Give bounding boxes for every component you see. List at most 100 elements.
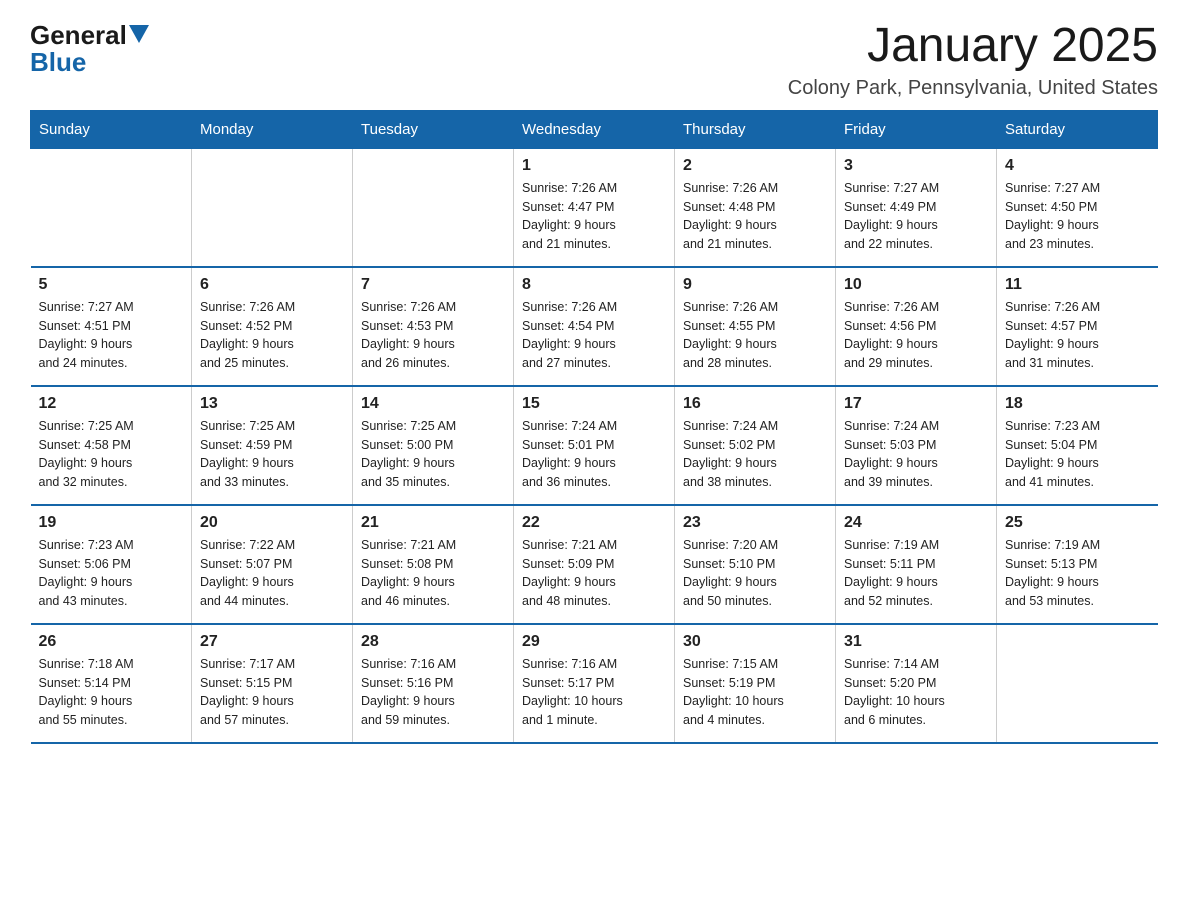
day-number: 3 bbox=[844, 157, 988, 175]
calendar-cell bbox=[997, 624, 1158, 743]
day-number: 2 bbox=[683, 157, 827, 175]
calendar-cell: 2 Sunrise: 7:26 AMSunset: 4:48 PMDaylight… bbox=[675, 148, 836, 267]
calendar-cell: 9Sunrise: 7:26 AMSunset: 4:55 PMDaylight… bbox=[675, 267, 836, 386]
day-number: 27 bbox=[200, 633, 344, 651]
calendar-cell: 28 Sunrise: 7:16 AMSunset: 5:16 PMDayligh… bbox=[353, 624, 514, 743]
day-number: 5 bbox=[39, 276, 184, 294]
day-info: Sunrise: 7:26 AMSunset: 4:53 PMDaylight:… bbox=[361, 298, 505, 373]
calendar-cell: 31 Sunrise: 7:14 AMSunset: 5:20 PMDayligh… bbox=[836, 624, 997, 743]
day-number: 12 bbox=[39, 395, 184, 413]
day-info: Sunrise: 7:14 AMSunset: 5:20 PMDaylight:… bbox=[844, 655, 988, 730]
day-number: 14 bbox=[361, 395, 505, 413]
day-number: 30 bbox=[683, 633, 827, 651]
calendar-cell: 24 Sunrise: 7:19 AMSunset: 5:11 PMDayligh… bbox=[836, 505, 997, 624]
calendar-cell: 3 Sunrise: 7:27 AMSunset: 4:49 PMDaylight… bbox=[836, 148, 997, 267]
calendar-cell: 30 Sunrise: 7:15 AMSunset: 5:19 PMDayligh… bbox=[675, 624, 836, 743]
week-row-2: 5 Sunrise: 7:27 AMSunset: 4:51 PMDaylight… bbox=[31, 267, 1158, 386]
calendar-cell: 4Sunrise: 7:27 AMSunset: 4:50 PMDaylight… bbox=[997, 148, 1158, 267]
logo: General Blue bbox=[30, 20, 149, 78]
day-info: Sunrise: 7:25 AMSunset: 5:00 PMDaylight:… bbox=[361, 417, 505, 492]
day-info: Sunrise: 7:19 AMSunset: 5:11 PMDaylight:… bbox=[844, 536, 988, 611]
day-number: 15 bbox=[522, 395, 666, 413]
calendar-cell: 8 Sunrise: 7:26 AMSunset: 4:54 PMDaylight… bbox=[514, 267, 675, 386]
calendar-cell: 10 Sunrise: 7:26 AMSunset: 4:56 PMDayligh… bbox=[836, 267, 997, 386]
day-number: 29 bbox=[522, 633, 666, 651]
day-number: 18 bbox=[1005, 395, 1150, 413]
location-subtitle: Colony Park, Pennsylvania, United States bbox=[788, 77, 1158, 100]
day-number: 10 bbox=[844, 276, 988, 294]
calendar-cell bbox=[31, 148, 192, 267]
day-info: Sunrise: 7:27 AMSunset: 4:49 PMDaylight:… bbox=[844, 179, 988, 254]
day-number: 7 bbox=[361, 276, 505, 294]
day-info: Sunrise: 7:15 AMSunset: 5:19 PMDaylight:… bbox=[683, 655, 827, 730]
day-info: Sunrise: 7:27 AMSunset: 4:51 PMDaylight:… bbox=[39, 298, 184, 373]
calendar-cell: 11Sunrise: 7:26 AMSunset: 4:57 PMDayligh… bbox=[997, 267, 1158, 386]
day-info: Sunrise: 7:25 AMSunset: 4:58 PMDaylight:… bbox=[39, 417, 184, 492]
calendar-cell: 14 Sunrise: 7:25 AMSunset: 5:00 PMDayligh… bbox=[353, 386, 514, 505]
day-info: Sunrise: 7:26 AMSunset: 4:56 PMDaylight:… bbox=[844, 298, 988, 373]
day-number: 24 bbox=[844, 514, 988, 532]
header-wednesday: Wednesday bbox=[514, 110, 675, 148]
day-info: Sunrise: 7:18 AMSunset: 5:14 PMDaylight:… bbox=[39, 655, 184, 730]
day-info: Sunrise: 7:17 AMSunset: 5:15 PMDaylight:… bbox=[200, 655, 344, 730]
calendar-cell: 20Sunrise: 7:22 AMSunset: 5:07 PMDayligh… bbox=[192, 505, 353, 624]
day-number: 6 bbox=[200, 276, 344, 294]
calendar-cell: 16 Sunrise: 7:24 AMSunset: 5:02 PMDayligh… bbox=[675, 386, 836, 505]
calendar-table: SundayMondayTuesdayWednesdayThursdayFrid… bbox=[30, 110, 1158, 744]
day-info: Sunrise: 7:24 AMSunset: 5:01 PMDaylight:… bbox=[522, 417, 666, 492]
day-number: 8 bbox=[522, 276, 666, 294]
calendar-cell: 23Sunrise: 7:20 AMSunset: 5:10 PMDayligh… bbox=[675, 505, 836, 624]
header-thursday: Thursday bbox=[675, 110, 836, 148]
day-number: 19 bbox=[39, 514, 184, 532]
day-number: 22 bbox=[522, 514, 666, 532]
day-info: Sunrise: 7:26 AMSunset: 4:48 PMDaylight:… bbox=[683, 179, 827, 254]
day-info: Sunrise: 7:26 AMSunset: 4:47 PMDaylight:… bbox=[522, 179, 666, 254]
day-info: Sunrise: 7:24 AMSunset: 5:02 PMDaylight:… bbox=[683, 417, 827, 492]
day-number: 26 bbox=[39, 633, 184, 651]
calendar-cell: 25Sunrise: 7:19 AMSunset: 5:13 PMDayligh… bbox=[997, 505, 1158, 624]
day-info: Sunrise: 7:16 AMSunset: 5:16 PMDaylight:… bbox=[361, 655, 505, 730]
day-number: 31 bbox=[844, 633, 988, 651]
day-number: 13 bbox=[200, 395, 344, 413]
day-number: 16 bbox=[683, 395, 827, 413]
header-monday: Monday bbox=[192, 110, 353, 148]
calendar-cell: 17Sunrise: 7:24 AMSunset: 5:03 PMDayligh… bbox=[836, 386, 997, 505]
day-info: Sunrise: 7:25 AMSunset: 4:59 PMDaylight:… bbox=[200, 417, 344, 492]
day-info: Sunrise: 7:21 AMSunset: 5:09 PMDaylight:… bbox=[522, 536, 666, 611]
day-info: Sunrise: 7:21 AMSunset: 5:08 PMDaylight:… bbox=[361, 536, 505, 611]
day-info: Sunrise: 7:23 AMSunset: 5:04 PMDaylight:… bbox=[1005, 417, 1150, 492]
day-number: 20 bbox=[200, 514, 344, 532]
calendar-header-row: SundayMondayTuesdayWednesdayThursdayFrid… bbox=[31, 110, 1158, 148]
calendar-cell: 7 Sunrise: 7:26 AMSunset: 4:53 PMDaylight… bbox=[353, 267, 514, 386]
day-info: Sunrise: 7:26 AMSunset: 4:54 PMDaylight:… bbox=[522, 298, 666, 373]
header-sunday: Sunday bbox=[31, 110, 192, 148]
month-title: January 2025 bbox=[788, 20, 1158, 73]
calendar-cell: 1 Sunrise: 7:26 AMSunset: 4:47 PMDaylight… bbox=[514, 148, 675, 267]
calendar-cell: 6 Sunrise: 7:26 AMSunset: 4:52 PMDaylight… bbox=[192, 267, 353, 386]
day-number: 11 bbox=[1005, 276, 1150, 294]
day-number: 9 bbox=[683, 276, 827, 294]
calendar-cell: 19 Sunrise: 7:23 AMSunset: 5:06 PMDayligh… bbox=[31, 505, 192, 624]
week-row-5: 26 Sunrise: 7:18 AMSunset: 5:14 PMDayligh… bbox=[31, 624, 1158, 743]
calendar-cell: 29 Sunrise: 7:16 AMSunset: 5:17 PMDayligh… bbox=[514, 624, 675, 743]
day-number: 21 bbox=[361, 514, 505, 532]
day-number: 28 bbox=[361, 633, 505, 651]
calendar-cell: 12 Sunrise: 7:25 AMSunset: 4:58 PMDayligh… bbox=[31, 386, 192, 505]
calendar-cell: 5 Sunrise: 7:27 AMSunset: 4:51 PMDaylight… bbox=[31, 267, 192, 386]
day-info: Sunrise: 7:26 AMSunset: 4:52 PMDaylight:… bbox=[200, 298, 344, 373]
day-info: Sunrise: 7:23 AMSunset: 5:06 PMDaylight:… bbox=[39, 536, 184, 611]
logo-triangle-icon bbox=[129, 25, 149, 43]
header-saturday: Saturday bbox=[997, 110, 1158, 148]
day-info: Sunrise: 7:24 AMSunset: 5:03 PMDaylight:… bbox=[844, 417, 988, 492]
day-info: Sunrise: 7:16 AMSunset: 5:17 PMDaylight:… bbox=[522, 655, 666, 730]
week-row-4: 19 Sunrise: 7:23 AMSunset: 5:06 PMDayligh… bbox=[31, 505, 1158, 624]
week-row-1: 1 Sunrise: 7:26 AMSunset: 4:47 PMDaylight… bbox=[31, 148, 1158, 267]
calendar-cell bbox=[353, 148, 514, 267]
day-info: Sunrise: 7:19 AMSunset: 5:13 PMDaylight:… bbox=[1005, 536, 1150, 611]
calendar-cell: 27 Sunrise: 7:17 AMSunset: 5:15 PMDayligh… bbox=[192, 624, 353, 743]
day-number: 23 bbox=[683, 514, 827, 532]
calendar-cell: 22 Sunrise: 7:21 AMSunset: 5:09 PMDayligh… bbox=[514, 505, 675, 624]
day-number: 1 bbox=[522, 157, 666, 175]
calendar-cell: 21 Sunrise: 7:21 AMSunset: 5:08 PMDayligh… bbox=[353, 505, 514, 624]
calendar-cell bbox=[192, 148, 353, 267]
